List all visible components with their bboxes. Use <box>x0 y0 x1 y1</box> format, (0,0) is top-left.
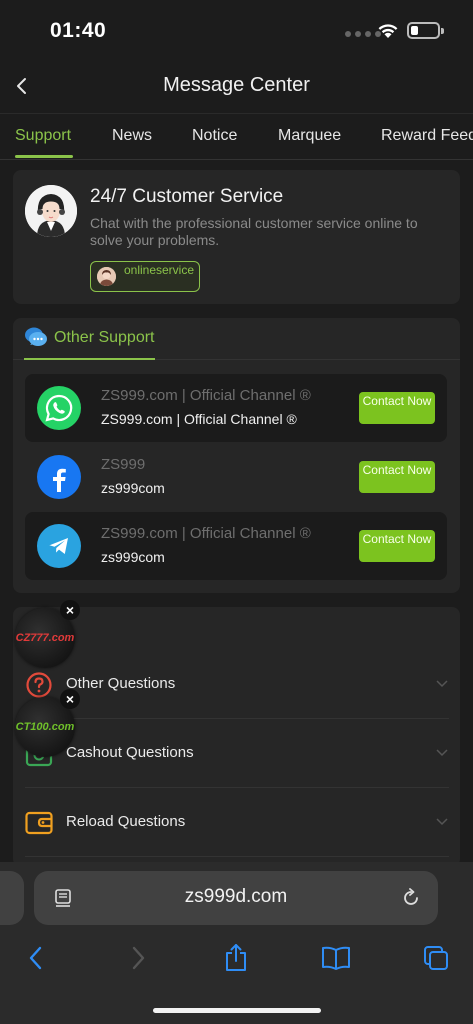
battery-icon <box>407 22 444 39</box>
browser-back-icon[interactable] <box>20 942 52 974</box>
tab-bar: Support News Notice Marquee Reward Feed <box>0 114 473 160</box>
tabs-overview-icon[interactable] <box>420 942 452 974</box>
other-support-header: Other Support <box>13 318 460 360</box>
other-support-card: Other Support ZS999.com | Official Chann… <box>13 318 460 593</box>
faq-row-cashout-questions[interactable]: Cashout Questions <box>25 719 449 788</box>
faq-row-reload-questions[interactable]: Reload Questions <box>25 788 449 857</box>
contact-now-button[interactable]: Contact Now <box>359 461 435 493</box>
tab-reward-feed[interactable]: Reward Feed <box>381 127 473 145</box>
active-tab-indicator <box>15 155 73 158</box>
faq-label: Cashout Questions <box>66 744 194 761</box>
home-indicator <box>153 1008 321 1013</box>
tab-marquee[interactable]: Marquee <box>278 127 341 145</box>
ad-brand: CT100.com <box>15 721 75 733</box>
channel-row-facebook: ZS999 zs999com Contact Now <box>25 443 447 511</box>
chevron-down-icon <box>436 818 448 826</box>
browser-bottom-bar: zs999d.com <box>0 862 473 1024</box>
tab-support[interactable]: Support <box>15 127 71 145</box>
channel-name: ZS999.com | Official Channel ® <box>101 525 311 542</box>
other-support-underline <box>24 358 155 360</box>
tab-notice[interactable]: Notice <box>192 127 237 145</box>
address-bar[interactable]: zs999d.com <box>34 871 438 925</box>
question-circle-icon <box>26 672 52 698</box>
nav-header: Message Center <box>0 62 473 114</box>
channel-handle: ZS999.com | Official Channel ® <box>101 411 297 427</box>
previous-tab-preview[interactable] <box>0 871 24 925</box>
page-title: Message Center <box>163 74 310 96</box>
wallet-icon <box>25 811 53 835</box>
contact-now-button[interactable]: Contact Now <box>359 530 435 562</box>
chat-bubble-icon <box>25 327 47 346</box>
tab-news[interactable]: News <box>112 127 152 145</box>
ad-brand: CZ777.com <box>15 632 75 644</box>
share-icon[interactable] <box>220 942 252 974</box>
chevron-down-icon <box>436 680 448 688</box>
signal-dots-icon <box>345 31 381 37</box>
facebook-icon <box>37 455 81 499</box>
contact-now-button[interactable]: Contact Now <box>359 392 435 424</box>
url-text: zs999d.com <box>184 886 288 907</box>
online-service-avatar <box>97 267 116 286</box>
faq-card: Other Questions Cashout Questions Reload… <box>13 607 460 867</box>
faq-label: Reload Questions <box>66 813 186 830</box>
customer-service-title: 24/7 Customer Service <box>90 186 284 207</box>
faq-label: Other Questions <box>66 675 176 692</box>
browser-forward-icon[interactable] <box>122 942 154 974</box>
faq-row-other-questions[interactable]: Other Questions <box>25 650 449 719</box>
whatsapp-icon <box>37 386 81 430</box>
status-bar: 01:40 <box>0 0 473 62</box>
bookmarks-icon[interactable] <box>320 942 352 974</box>
other-support-title: Other Support <box>54 329 155 346</box>
browser-toolbar <box>0 936 473 980</box>
close-ad-icon[interactable]: × <box>60 689 80 709</box>
online-service-label: onlineservice <box>123 263 195 277</box>
agent-avatar <box>25 185 77 237</box>
channel-handle: zs999com <box>101 549 165 565</box>
channel-row-whatsapp: ZS999.com | Official Channel ® ZS999.com… <box>25 374 447 442</box>
customer-service-card: 24/7 Customer Service Chat with the prof… <box>13 170 460 304</box>
wifi-icon <box>378 24 398 38</box>
channel-row-telegram: ZS999.com | Official Channel ® zs999com … <box>25 512 447 580</box>
chevron-down-icon <box>436 749 448 757</box>
close-ad-icon[interactable]: × <box>60 600 80 620</box>
customer-service-description: Chat with the professional customer serv… <box>90 215 418 248</box>
channel-name: ZS999.com | Official Channel ® <box>101 387 311 404</box>
channel-name: ZS999 <box>101 456 146 473</box>
telegram-icon <box>37 524 81 568</box>
online-service-button[interactable]: onlineservice <box>90 261 200 292</box>
channel-handle: zs999com <box>101 480 165 496</box>
reload-icon[interactable] <box>400 887 422 909</box>
status-time: 01:40 <box>50 19 107 42</box>
